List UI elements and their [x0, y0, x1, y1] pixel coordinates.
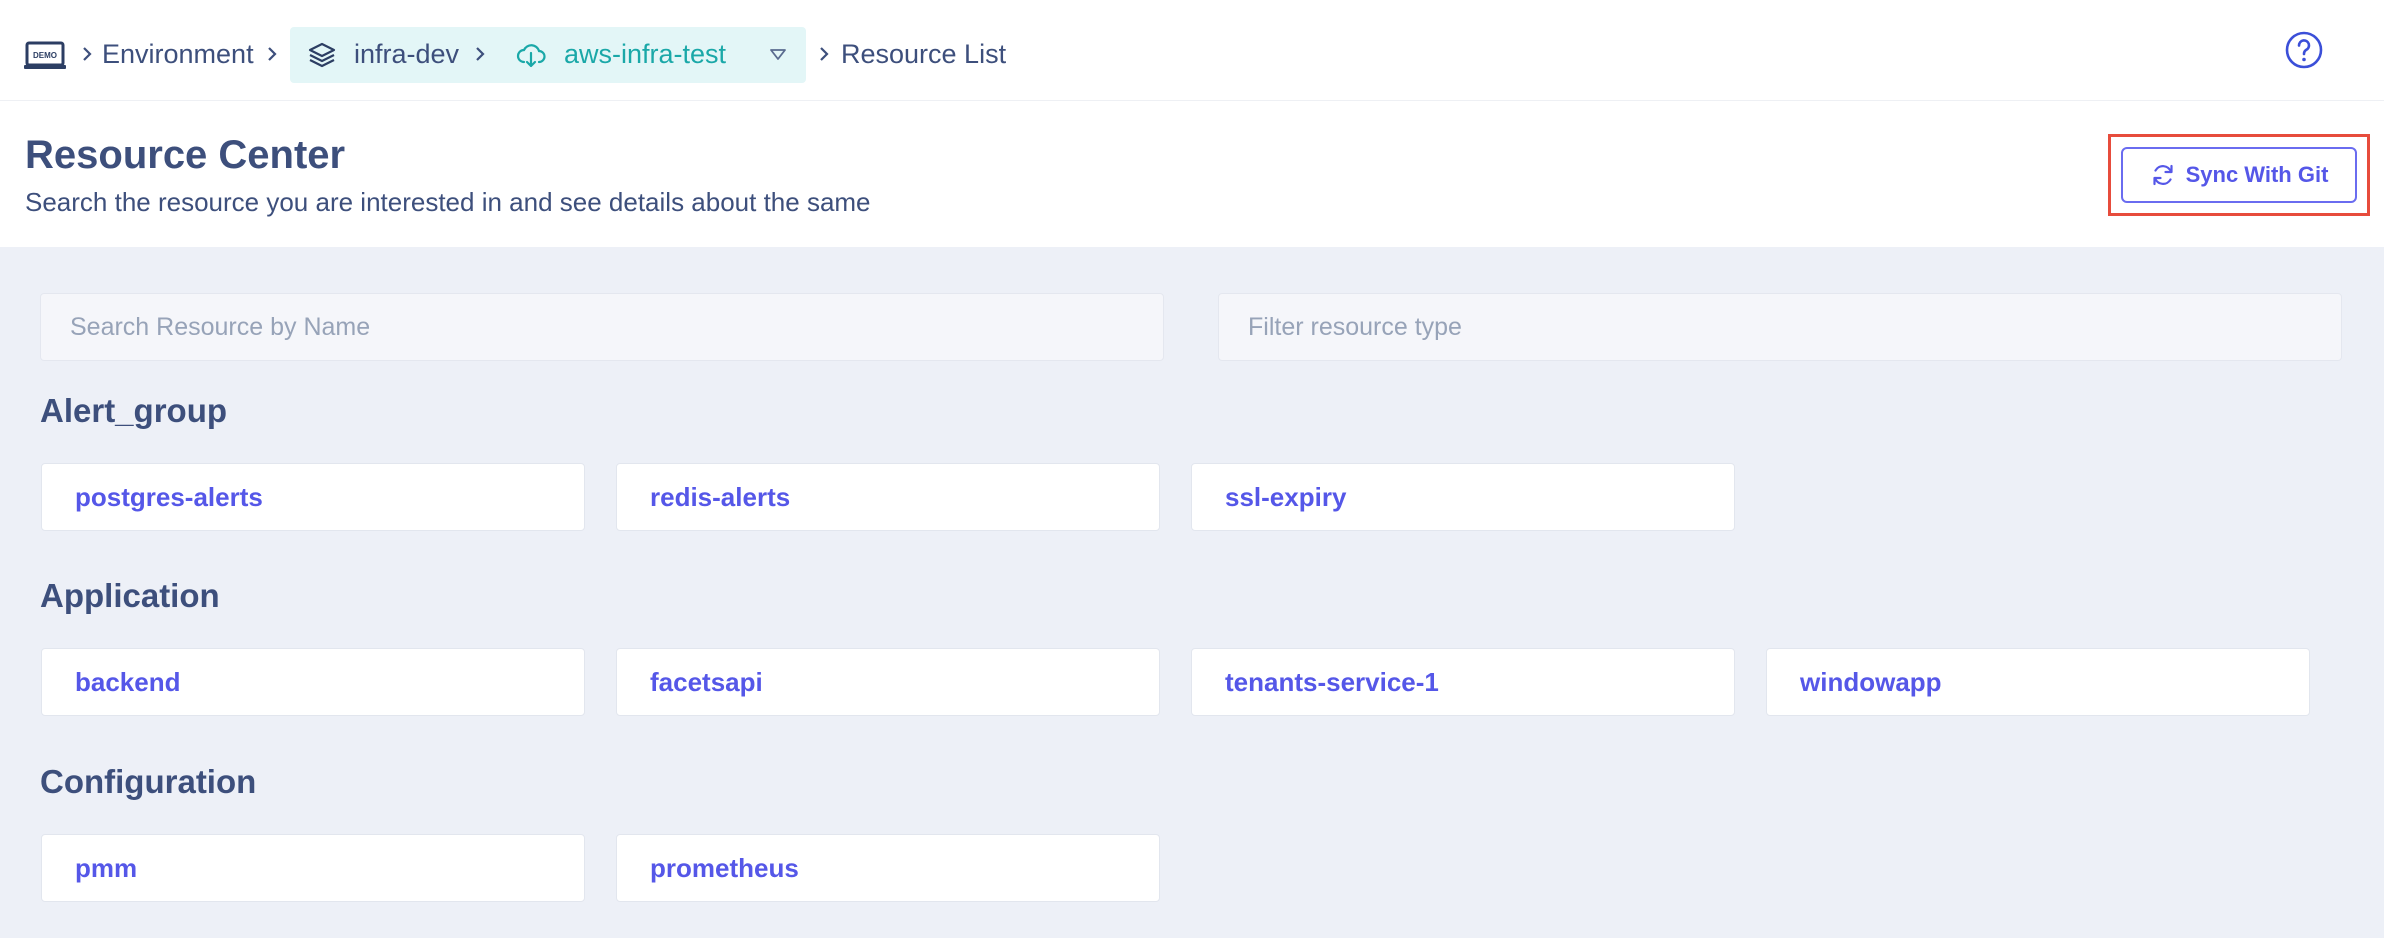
resource-card[interactable]: pmm [41, 834, 585, 902]
resource-card[interactable]: backend [41, 648, 585, 716]
logo-text: DEMO [33, 51, 57, 60]
page-subtitle: Search the resource you are interested i… [25, 187, 871, 217]
top-bar: DEMO Environment infra-dev aws-infra-tes… [0, 0, 2384, 101]
layers-icon [308, 42, 336, 68]
resource-card[interactable]: postgres-alerts [41, 463, 585, 531]
help-icon[interactable] [2284, 30, 2324, 70]
search-resource-input[interactable] [40, 293, 1164, 361]
breadcrumb-environment[interactable]: Environment [102, 34, 254, 74]
resource-card[interactable]: windowapp [1766, 648, 2310, 716]
breadcrumb-environment-name[interactable]: aws-infra-test [564, 34, 726, 74]
cloud-download-icon [516, 44, 546, 68]
resource-card[interactable]: tenants-service-1 [1191, 648, 1735, 716]
resource-list-panel: Alert_group postgres-alerts redis-alerts… [0, 247, 2384, 938]
sync-with-git-button[interactable]: Sync With Git [2121, 147, 2357, 203]
demo-logo-icon[interactable]: DEMO [24, 41, 66, 71]
chevron-right-icon [83, 47, 92, 61]
page-title: Resource Center [25, 133, 346, 177]
group-title-configuration: Configuration [40, 763, 257, 800]
filter-resource-type-input[interactable] [1218, 293, 2342, 361]
resource-card[interactable]: facetsapi [616, 648, 1160, 716]
chevron-right-icon [268, 47, 277, 61]
resource-card[interactable]: prometheus [616, 834, 1160, 902]
breadcrumb-resource-list: Resource List [841, 39, 1007, 69]
caret-down-icon[interactable] [768, 46, 788, 62]
breadcrumb-project[interactable]: infra-dev [354, 34, 459, 74]
resource-card[interactable]: redis-alerts [616, 463, 1160, 531]
chevron-right-icon [820, 47, 829, 61]
group-title-alert-group: Alert_group [40, 392, 228, 429]
sync-button-label: Sync With Git [2185, 162, 2329, 187]
chevron-right-icon [476, 47, 485, 61]
page-header: Resource Center Search the resource you … [0, 101, 2384, 247]
resource-card[interactable]: ssl-expiry [1191, 463, 1735, 531]
sync-icon [2152, 164, 2173, 186]
group-title-application: Application [40, 577, 220, 614]
